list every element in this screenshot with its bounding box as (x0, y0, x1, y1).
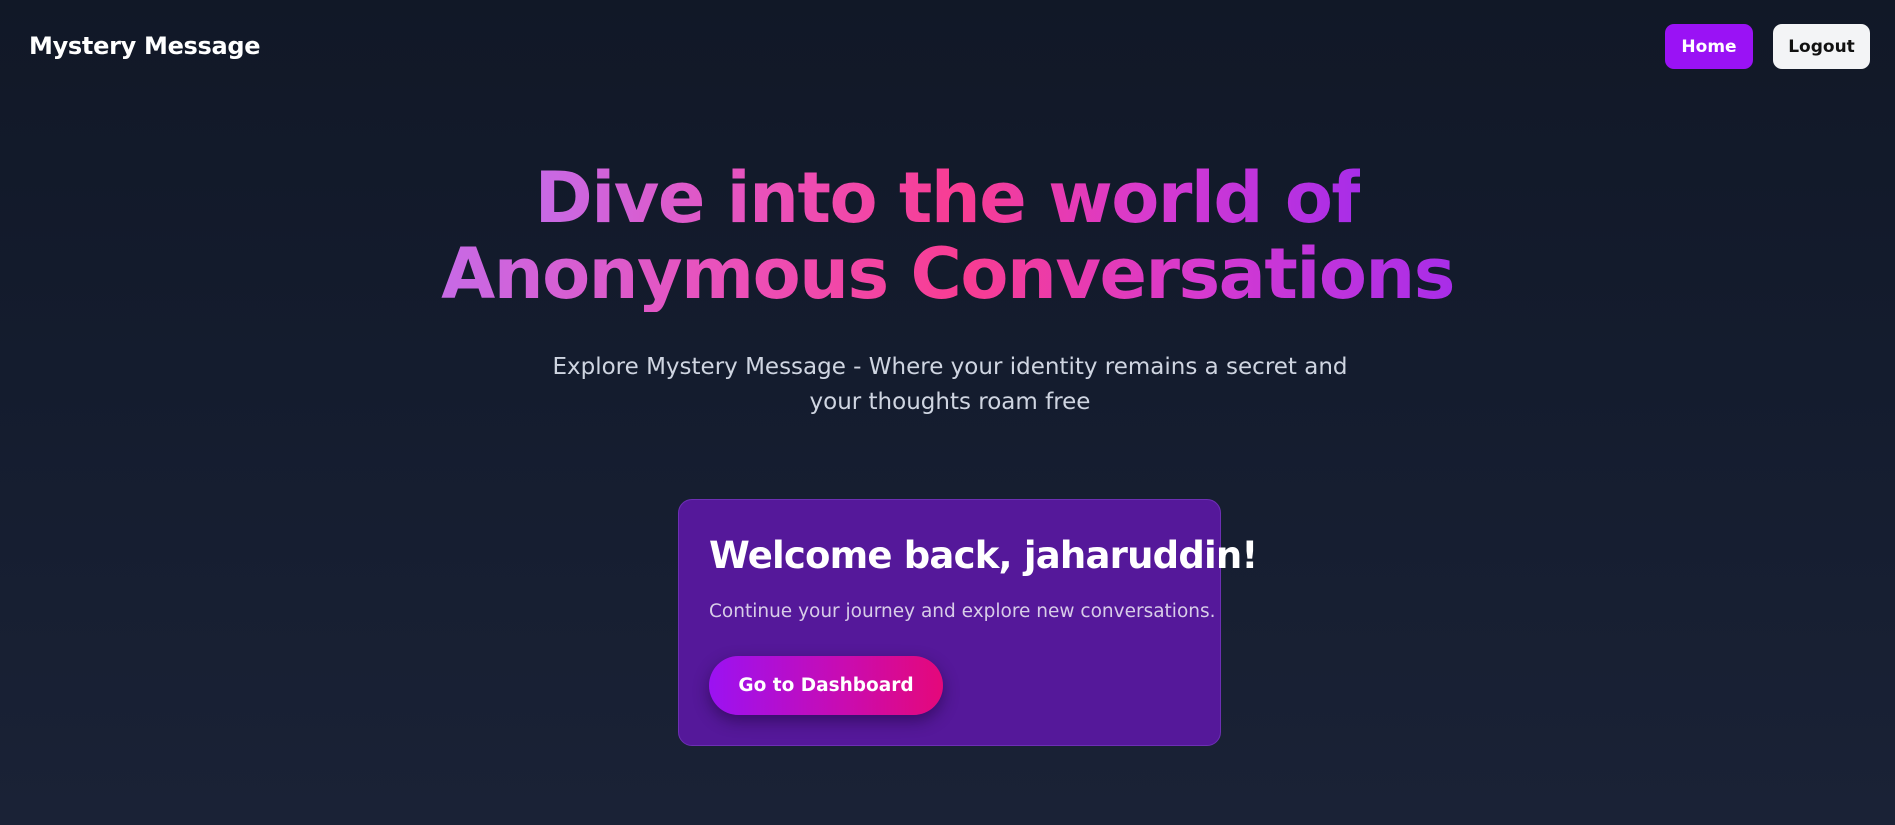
welcome-card: Welcome back, jaharuddin! Continue your … (678, 499, 1258, 746)
go-to-dashboard-button[interactable]: Go to Dashboard (709, 656, 943, 715)
hero-subtitle: Explore Mystery Message - Where your ide… (552, 354, 1348, 415)
logout-button[interactable]: Logout (1773, 24, 1870, 69)
navbar: Mystery Message Home Logout (0, 0, 1895, 96)
hero-title-line-1: Dive into the world of (534, 157, 1362, 239)
home-button[interactable]: Home (1665, 24, 1753, 69)
welcome-title: Welcome back, jaharuddin! (709, 534, 1258, 577)
hero-title-line-2: Anonymous Conversations (441, 233, 1455, 315)
welcome-text: Continue your journey and explore new co… (709, 601, 1216, 622)
hero-title: Dive into the world of Anonymous Convers… (0, 160, 1895, 312)
brand-logo-text[interactable]: Mystery Message (29, 32, 261, 60)
